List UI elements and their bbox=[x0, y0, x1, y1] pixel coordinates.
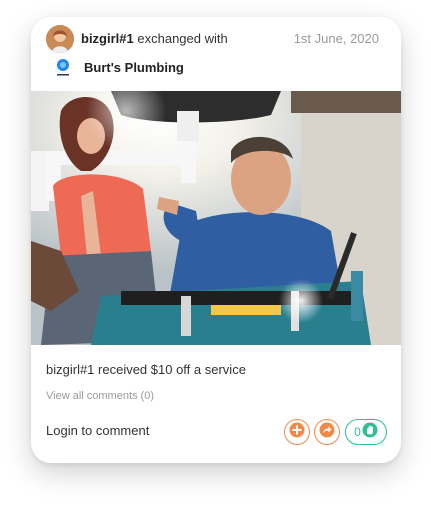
card-header: bizgirl#1 exchanged with 1st June, 2020 … bbox=[31, 17, 401, 91]
user-avatar[interactable] bbox=[46, 25, 74, 53]
username-link[interactable]: bizgirl#1 bbox=[81, 31, 134, 46]
add-button[interactable] bbox=[284, 419, 310, 445]
business-name-link[interactable]: Burt's Plumbing bbox=[84, 60, 184, 75]
share-arrow-icon bbox=[319, 422, 335, 443]
activity-action-text: exchanged with bbox=[137, 31, 228, 46]
view-comments-link[interactable]: View all comments (0) bbox=[46, 390, 154, 402]
activity-card: bizgirl#1 exchanged with 1st June, 2020 … bbox=[31, 17, 401, 463]
hands-icon bbox=[362, 422, 378, 443]
post-caption: bizgirl#1 received $10 off a service bbox=[46, 362, 246, 377]
activity-headline: bizgirl#1 exchanged with bbox=[81, 31, 228, 46]
login-to-comment-link[interactable]: Login to comment bbox=[46, 423, 149, 438]
post-photo bbox=[31, 91, 401, 345]
like-button[interactable]: 0 bbox=[345, 419, 387, 445]
plus-icon bbox=[289, 422, 305, 443]
like-count: 0 bbox=[354, 425, 361, 439]
share-button[interactable] bbox=[314, 419, 340, 445]
business-logo-icon[interactable] bbox=[54, 57, 72, 79]
post-date: 1st June, 2020 bbox=[293, 31, 379, 46]
